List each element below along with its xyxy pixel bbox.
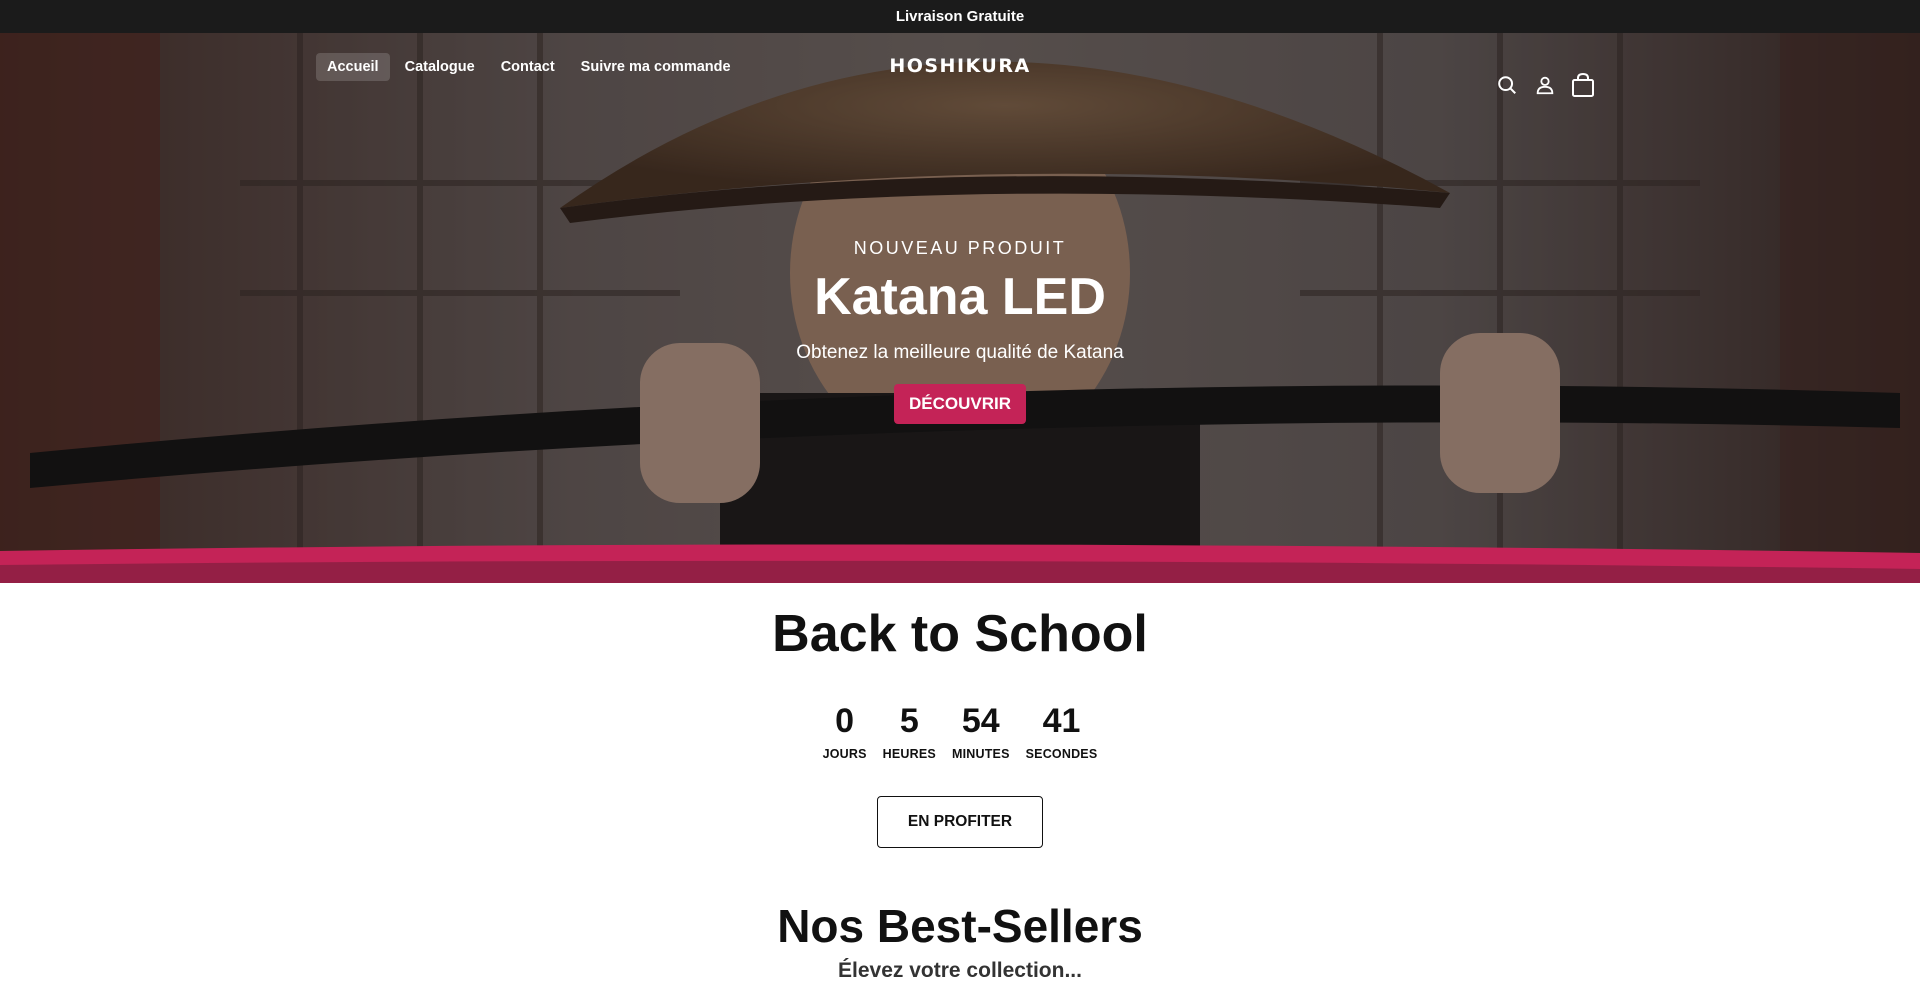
countdown-timer: 0 JOURS 5 HEURES 54 MINUTES 41 SECONDES <box>0 702 1920 761</box>
nav-link-contact[interactable]: Contact <box>490 53 566 81</box>
countdown-hours: 5 HEURES <box>882 702 936 761</box>
announcement-text: Livraison Gratuite <box>895 8 1025 25</box>
main-navigation: Accueil Catalogue Contact Suivre ma comm… <box>0 33 1920 99</box>
promo-section: Back to School 0 JOURS 5 HEURES 54 MINUT… <box>0 583 1920 848</box>
announcement-bar: Livraison Gratuite <box>0 0 1920 33</box>
account-icon[interactable] <box>1532 72 1558 98</box>
countdown-seconds: 41 SECONDES <box>1025 702 1098 761</box>
nav-links: Accueil Catalogue Contact Suivre ma comm… <box>316 53 742 81</box>
hero-banner: Accueil Catalogue Contact Suivre ma comm… <box>0 33 1920 583</box>
bestsellers-title: Nos Best-Sellers <box>777 899 1143 952</box>
discover-button[interactable]: DÉCOUVRIR <box>893 384 1026 425</box>
hero-content: NOUVEAU PRODUIT Katana LED Obtenez la me… <box>0 238 1920 425</box>
countdown-minutes: 54 MINUTES <box>951 702 1010 761</box>
countdown-label: JOURS <box>822 746 867 761</box>
nav-link-catalogue[interactable]: Catalogue <box>394 53 486 81</box>
search-icon[interactable] <box>1494 72 1520 98</box>
cart-icon[interactable] <box>1570 72 1596 98</box>
bestsellers-subtitle: Élevez votre collection... <box>838 959 1082 983</box>
hero-wave-divider <box>0 543 1920 583</box>
countdown-value: 5 <box>899 702 919 741</box>
nav-link-suivre-commande[interactable]: Suivre ma commande <box>570 53 742 81</box>
header-icons <box>1494 72 1596 98</box>
countdown-value: 41 <box>1042 702 1081 741</box>
countdown-label: HEURES <box>882 746 936 761</box>
hero-subtitle: Obtenez la meilleure qualité de Katana <box>796 342 1124 364</box>
countdown-label: SECONDES <box>1025 746 1098 761</box>
site-logo[interactable]: HOSHIKURA <box>889 55 1030 77</box>
promo-title: Back to School <box>772 605 1148 663</box>
countdown-value: 0 <box>835 702 855 741</box>
hero-title: Katana LED <box>814 268 1106 326</box>
hero-eyebrow: NOUVEAU PRODUIT <box>853 238 1067 258</box>
countdown-label: MINUTES <box>951 746 1010 761</box>
bestsellers-section: Nos Best-Sellers Élevez votre collection… <box>0 901 1920 984</box>
countdown-days: 0 JOURS <box>822 702 867 761</box>
nav-link-accueil[interactable]: Accueil <box>316 53 390 81</box>
countdown-value: 54 <box>961 702 1000 741</box>
en-profiter-button[interactable]: EN PROFITER <box>877 795 1043 848</box>
